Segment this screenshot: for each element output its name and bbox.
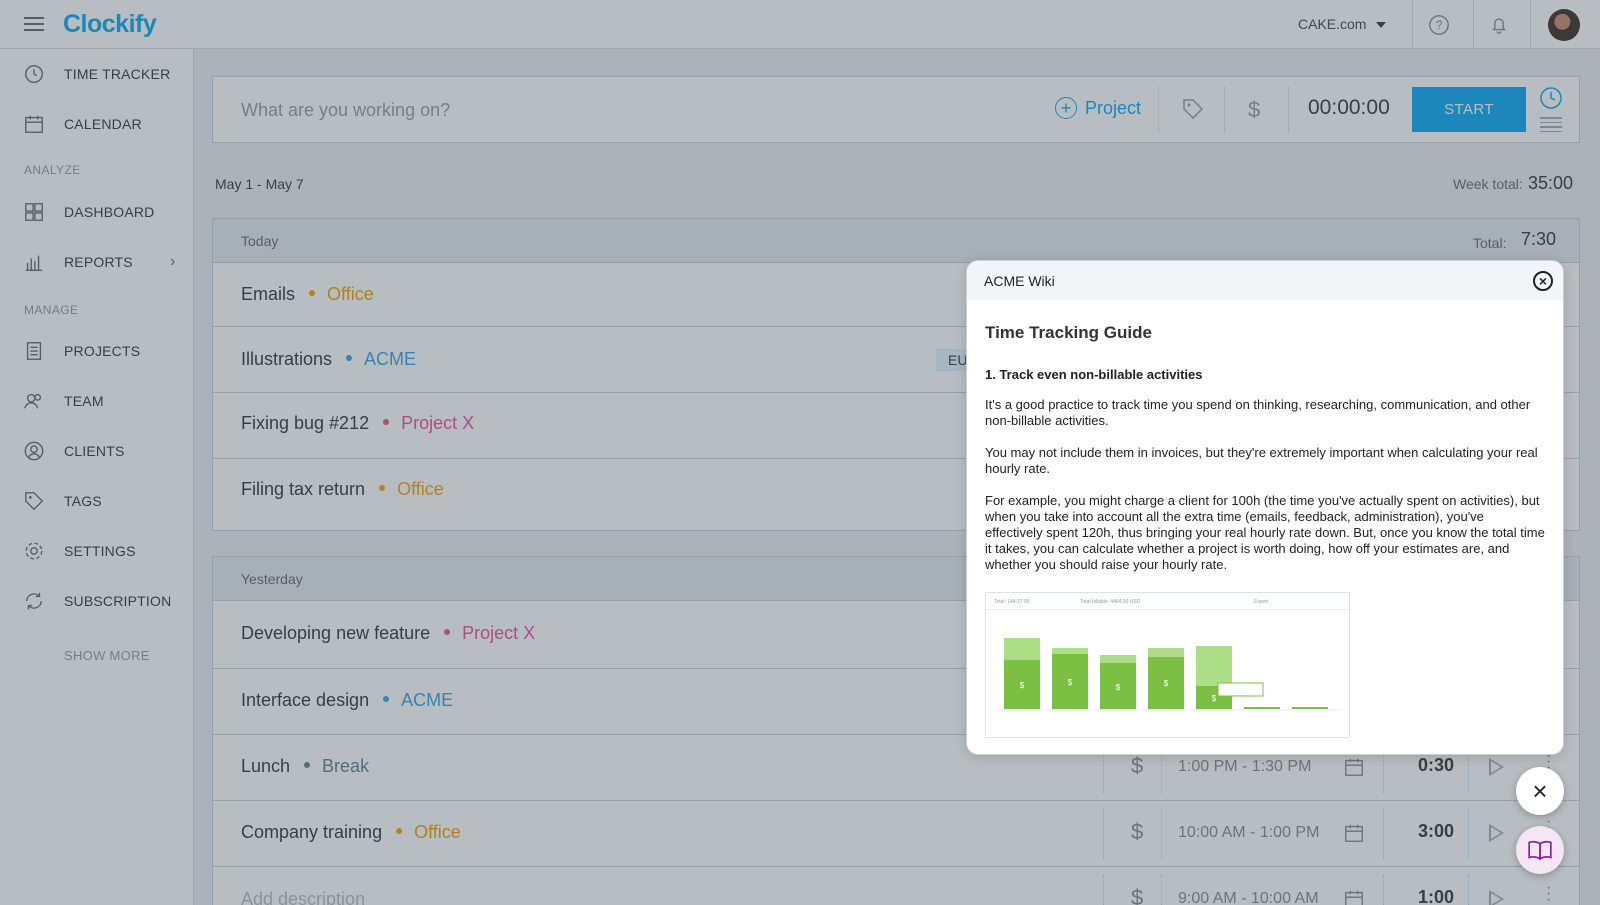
svg-text:$: $ — [1068, 678, 1073, 687]
wiki-launcher-button[interactable] — [1516, 826, 1564, 874]
wiki-heading: Time Tracking Guide — [985, 323, 1152, 342]
wiki-title: ACME Wiki — [984, 273, 1055, 289]
wiki-subheading: 1. Track even non-billable activities — [985, 367, 1203, 382]
wiki-paragraph: It's a good practice to track time you s… — [985, 397, 1531, 428]
wiki-content: Time Tracking Guide 1. Track even non-bi… — [985, 323, 1545, 589]
svg-text:$: $ — [1020, 681, 1025, 690]
svg-text:$: $ — [1116, 683, 1121, 692]
bar-chart-thumbnail: $ $ $ $ $ — [996, 638, 1341, 711]
close-icon[interactable]: × — [1533, 271, 1553, 291]
wiki-panel: ACME Wiki × Time Tracking Guide 1. Track… — [966, 260, 1564, 755]
svg-text:$: $ — [1212, 694, 1217, 703]
close-icon: × — [1532, 775, 1548, 806]
close-wiki-button[interactable]: × — [1516, 767, 1564, 815]
wiki-paragraph: For example, you might charge a client f… — [985, 493, 1545, 572]
wiki-paragraph: You may not include them in invoices, bu… — [985, 445, 1538, 476]
wiki-panel-header: ACME Wiki × — [967, 261, 1563, 300]
book-icon — [1528, 840, 1552, 861]
report-chart-image: Total: 144:27:00 Total billable: 4464.00… — [985, 592, 1350, 738]
svg-text:$: $ — [1164, 679, 1169, 688]
